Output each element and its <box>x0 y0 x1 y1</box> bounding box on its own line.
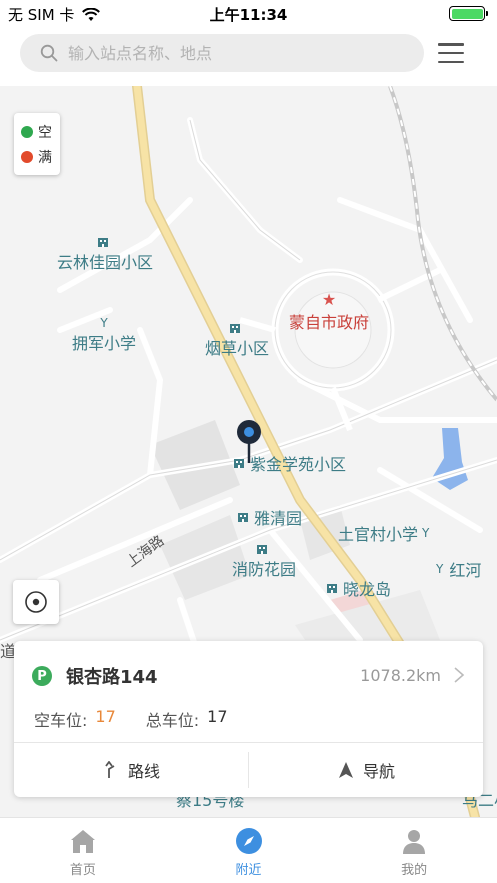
star-icon: ★ <box>321 290 337 309</box>
poi-yaqing[interactable]: 雅清园 <box>236 505 302 529</box>
navigate-label: 导航 <box>362 762 395 781</box>
building-icon <box>230 324 240 333</box>
search-header <box>0 28 497 86</box>
parking-spaces: 空车位: 17 总车位: 17 <box>34 707 228 731</box>
navigation-arrow-icon <box>338 762 353 778</box>
poi-xiaolong[interactable]: 晓龙岛 <box>325 576 391 600</box>
tree-icon: Y <box>422 526 430 540</box>
map-legend: 空 满 <box>14 113 60 175</box>
battery-icon <box>449 6 488 21</box>
poi-xiaofang[interactable]: 消防花园 <box>232 542 296 580</box>
locate-button[interactable] <box>13 580 59 624</box>
tree-icon: Y <box>100 316 108 330</box>
station-card[interactable]: P 银杏路144 1078.2km 空车位: 17 总车位: 17 路线 导航 <box>14 641 483 797</box>
poi-label: 土官村小学 <box>338 525 419 544</box>
navigate-button[interactable]: 导航 <box>249 743 483 797</box>
tree-icon: Y <box>436 562 444 576</box>
legend-label: 空 <box>38 124 52 141</box>
legend-item-full: 满 <box>21 144 60 169</box>
route-button[interactable]: 路线 <box>14 743 248 797</box>
home-icon <box>70 830 95 853</box>
user-icon <box>403 830 426 854</box>
building-icon <box>327 584 337 593</box>
poi-yongjun[interactable]: Y 拥军小学 <box>72 316 136 354</box>
poi-gov[interactable]: ★ 蒙自市政府 <box>289 291 369 333</box>
poi-honghe[interactable]: Y 红河 <box>436 557 481 581</box>
total-spaces-value: 17 <box>207 707 228 726</box>
menu-icon-line <box>438 60 464 63</box>
legend-dot <box>21 150 33 163</box>
target-icon <box>25 591 47 613</box>
poi-label: 蒙自市政府 <box>289 313 370 332</box>
parking-icon: P <box>32 666 52 686</box>
poi-label: 烟草小区 <box>205 339 270 358</box>
search-icon <box>40 44 58 62</box>
compass-icon <box>235 828 262 854</box>
total-spaces-label: 总车位: <box>145 711 200 730</box>
location-pin-icon[interactable] <box>236 419 262 465</box>
tab-profile[interactable]: 我的 <box>331 818 497 883</box>
poi-label: 晓龙岛 <box>343 580 392 599</box>
station-distance: 1078.2km <box>360 666 441 685</box>
poi-label: 消防花园 <box>232 560 297 579</box>
tab-home[interactable]: 首页 <box>0 818 166 883</box>
menu-icon-line <box>438 43 464 46</box>
poi-yunlin[interactable]: 云林佳园小区 <box>57 235 153 273</box>
status-time: 上午11:34 <box>209 6 288 24</box>
tab-nearby[interactable]: 附近 <box>166 818 332 883</box>
poi-yancao[interactable]: 烟草小区 <box>205 321 269 359</box>
legend-dot <box>21 125 33 138</box>
search-input[interactable] <box>68 43 388 63</box>
tab-label: 附近 <box>235 863 262 878</box>
app-root: 无 SIM 卡 上午11:34 输入站点名称、地点 云林佳园小区 Y 拥军小学 … <box>0 0 497 883</box>
menu-button[interactable] <box>436 40 466 66</box>
poi-label: 红河 <box>449 561 482 580</box>
station-name: 银杏路144 <box>66 667 158 688</box>
poi-label: 雅清园 <box>254 509 303 528</box>
building-icon <box>238 513 248 522</box>
tab-label: 首页 <box>69 863 96 878</box>
search-bar[interactable] <box>20 34 424 72</box>
route-label: 路线 <box>127 762 160 781</box>
chevron-right-icon[interactable] <box>453 667 465 683</box>
building-icon <box>98 238 108 247</box>
building-icon <box>257 545 267 554</box>
tab-bar: 首页 附近 我的 <box>0 817 497 883</box>
poi-label: 紫金学苑小区 <box>250 455 347 474</box>
poi-label: 云林佳园小区 <box>57 253 154 272</box>
menu-icon-line <box>438 51 464 55</box>
station-title[interactable]: P 银杏路144 <box>32 663 158 689</box>
tab-label: 我的 <box>401 863 428 878</box>
legend-item-empty: 空 <box>21 119 60 144</box>
status-bar: 无 SIM 卡 上午11:34 <box>0 0 497 28</box>
free-spaces-label: 空车位: <box>34 711 88 730</box>
free-spaces-value: 17 <box>95 707 116 726</box>
poi-label: 拥军小学 <box>72 334 137 353</box>
route-icon <box>105 761 115 778</box>
legend-label: 满 <box>38 149 52 166</box>
poi-tuguan[interactable]: 土官村小学 Y <box>338 521 429 545</box>
